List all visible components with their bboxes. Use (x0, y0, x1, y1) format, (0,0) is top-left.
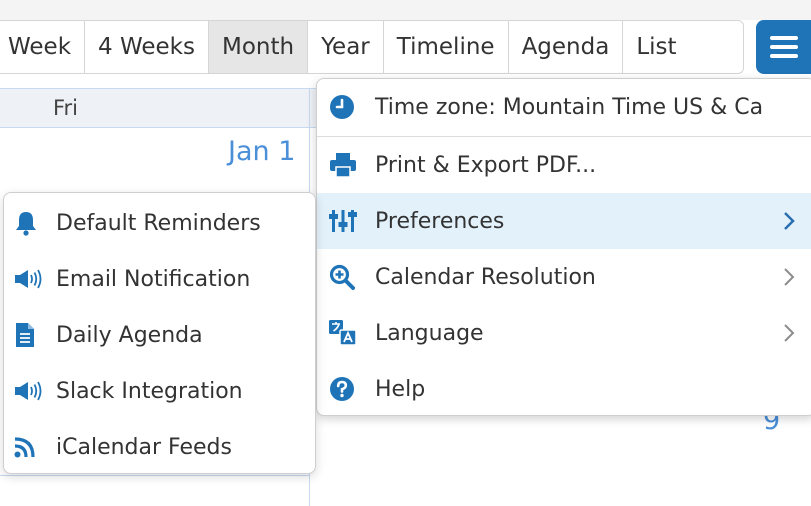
submenu-item-label: Email Notification (56, 266, 251, 292)
submenu-item-label: Daily Agenda (56, 322, 203, 348)
submenu-item-email-notification[interactable]: Email Notification (4, 251, 315, 307)
submenu-item-default-reminders[interactable]: Default Reminders (4, 195, 315, 251)
document-icon (14, 321, 44, 349)
bell-icon (14, 209, 44, 237)
menu-item-label: Print & Export PDF... (375, 152, 597, 178)
chevron-right-icon (784, 212, 795, 230)
main-menu: Time zone: Mountain Time US & Ca Print &… (316, 78, 811, 416)
calendar-date-label[interactable]: Jan 1 (228, 136, 295, 167)
calendar-grid-line (0, 475, 309, 476)
menu-item-calendar-resolution[interactable]: Calendar Resolution (317, 249, 811, 305)
menu-item-help[interactable]: Help (317, 361, 811, 417)
menu-item-label: Time zone: Mountain Time US & Ca (375, 94, 764, 120)
question-circle-icon (329, 375, 361, 403)
submenu-item-label: iCalendar Feeds (56, 434, 232, 460)
zoom-in-icon (329, 263, 361, 291)
hamburger-icon (769, 36, 798, 58)
tab-week[interactable]: Week (0, 21, 86, 73)
clock-icon (329, 93, 361, 121)
tab-4-weeks[interactable]: 4 Weeks (85, 21, 209, 73)
menu-item-label: Help (375, 376, 426, 402)
tab-list[interactable]: List (623, 21, 689, 73)
preferences-submenu: Default Reminders Email Notification Dai… (3, 192, 316, 474)
top-strip (0, 0, 811, 20)
menu-item-preferences[interactable]: Preferences (317, 193, 811, 249)
menu-item-print-export[interactable]: Print & Export PDF... (317, 137, 811, 193)
tab-month[interactable]: Month (208, 21, 309, 73)
submenu-item-icalendar-feeds[interactable]: iCalendar Feeds (4, 419, 315, 475)
megaphone-icon (14, 377, 44, 405)
chevron-right-icon (784, 324, 795, 342)
tab-agenda[interactable]: Agenda (509, 21, 624, 73)
chevron-right-icon (784, 268, 795, 286)
day-name-fri: Fri (53, 96, 79, 120)
menu-item-label: Preferences (375, 208, 505, 234)
submenu-item-slack-integration[interactable]: Slack Integration (4, 363, 315, 419)
view-switcher: Week 4 Weeks Month Year Timeline Agenda … (0, 20, 744, 74)
sliders-icon (329, 207, 361, 235)
menu-item-language[interactable]: Language (317, 305, 811, 361)
submenu-item-label: Default Reminders (56, 210, 261, 236)
printer-icon (329, 151, 361, 179)
tab-year[interactable]: Year (308, 21, 384, 73)
menu-button[interactable] (756, 20, 811, 74)
menu-item-time-zone[interactable]: Time zone: Mountain Time US & Ca (317, 79, 811, 135)
translate-icon (329, 319, 361, 347)
megaphone-icon (14, 265, 44, 293)
menu-item-label: Calendar Resolution (375, 264, 596, 290)
submenu-item-daily-agenda[interactable]: Daily Agenda (4, 307, 315, 363)
rss-icon (14, 433, 44, 461)
submenu-item-label: Slack Integration (56, 378, 243, 404)
menu-item-label: Language (375, 320, 484, 346)
tab-timeline[interactable]: Timeline (384, 21, 509, 73)
